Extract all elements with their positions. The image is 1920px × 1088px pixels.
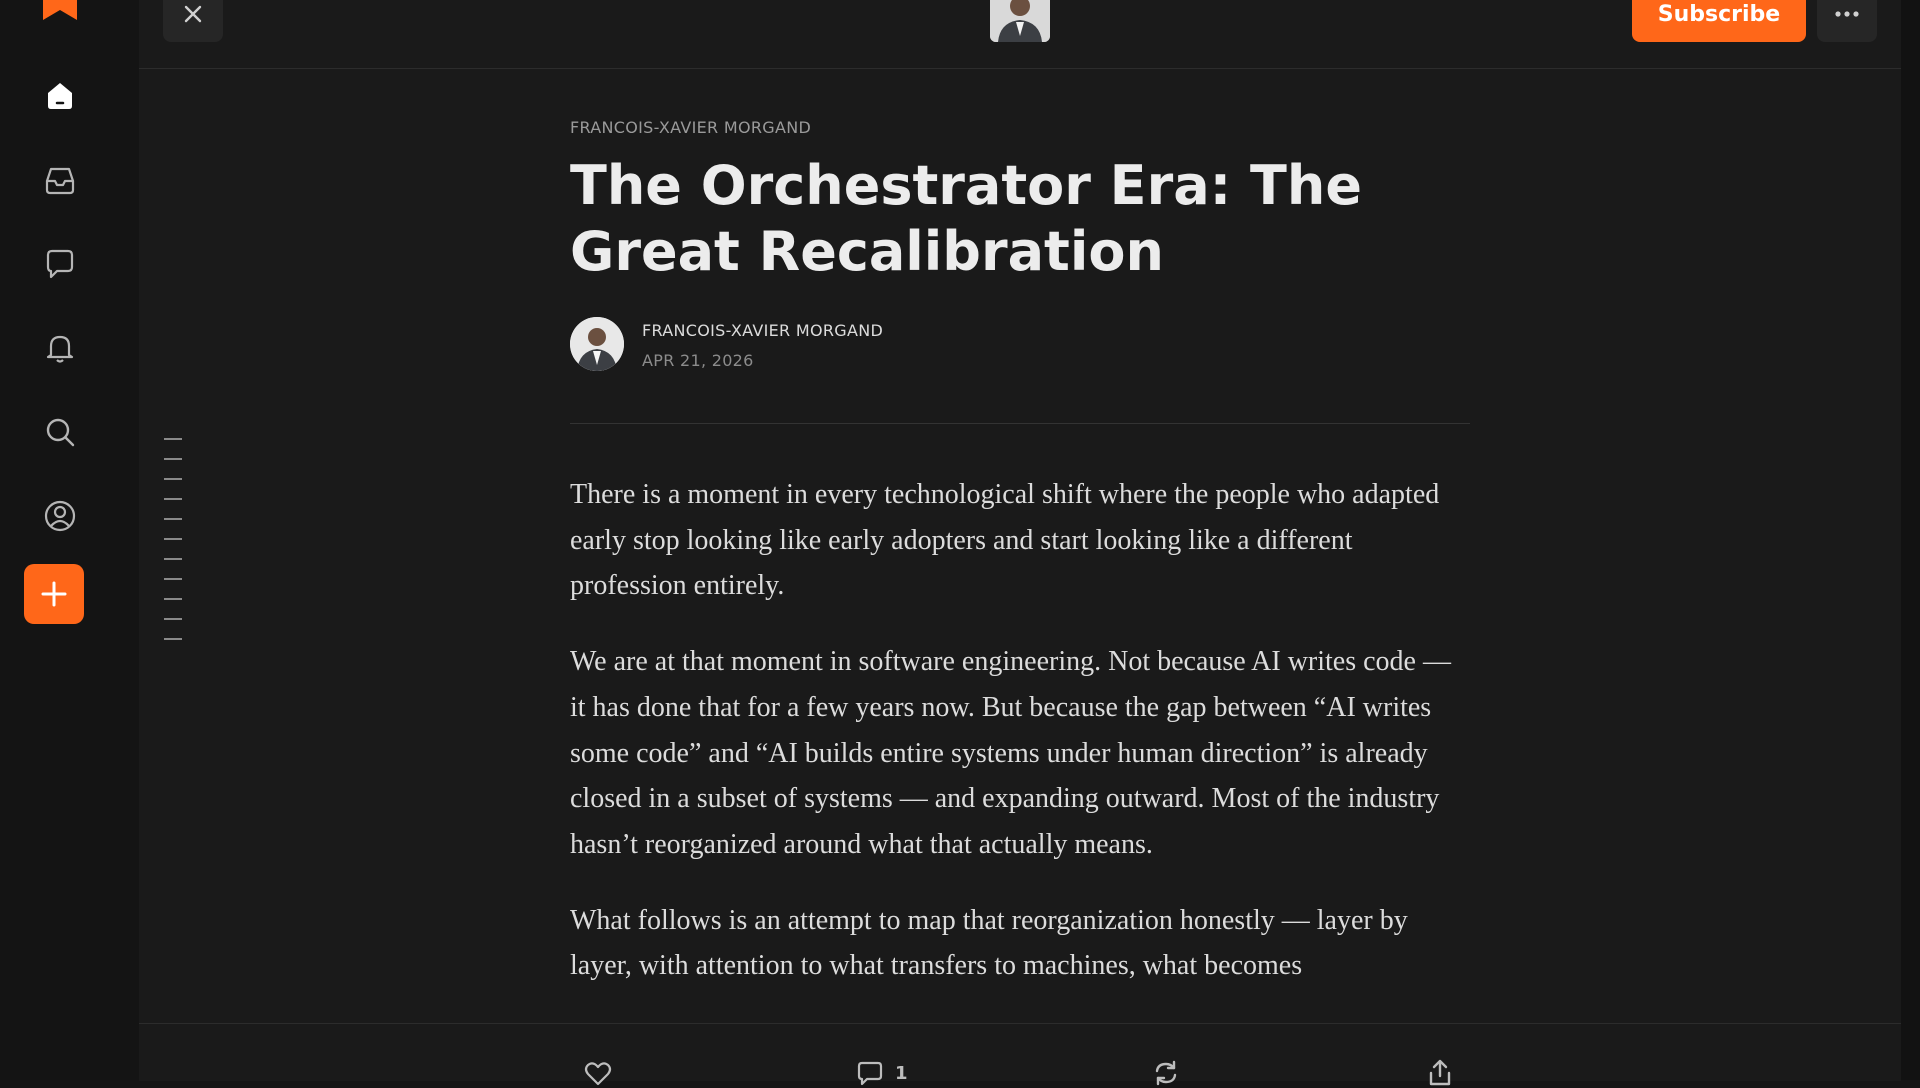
article-paragraph: We are at that moment in software engine… xyxy=(570,646,1451,860)
post-action-bar: 1 xyxy=(139,1023,1901,1086)
inbox-icon xyxy=(45,167,75,195)
bell-icon xyxy=(46,335,74,363)
plus-icon xyxy=(41,581,67,607)
article-paragraph: What follows is an attempt to map that r… xyxy=(570,904,1408,982)
toc-item[interactable] xyxy=(164,498,182,500)
sidebar-item-inbox[interactable] xyxy=(40,160,80,200)
byline: FRANCOIS-XAVIER MORGAND APR 21, 2026 xyxy=(570,317,1470,377)
more-options-button[interactable] xyxy=(1817,0,1877,42)
restack-button[interactable] xyxy=(1151,1058,1181,1088)
toc-item[interactable] xyxy=(164,458,182,460)
heart-icon xyxy=(584,1062,612,1086)
bookmark-logo-icon[interactable] xyxy=(43,0,77,20)
toc-item[interactable] xyxy=(164,478,182,480)
publication-name[interactable]: FRANCOIS-XAVIER MORGAND xyxy=(570,118,1470,137)
window-edge xyxy=(1901,0,1920,1080)
share-button[interactable] xyxy=(1425,1058,1455,1088)
restack-icon xyxy=(1155,1060,1177,1086)
close-icon xyxy=(184,5,202,23)
toc-item[interactable] xyxy=(164,558,182,560)
author-name[interactable]: FRANCOIS-XAVIER MORGAND xyxy=(642,321,883,340)
subscribe-button[interactable]: Subscribe xyxy=(1632,0,1806,42)
article: FRANCOIS-XAVIER MORGAND The Orchestrator… xyxy=(570,118,1470,989)
toc-item[interactable] xyxy=(164,598,182,600)
more-icon xyxy=(1835,11,1859,17)
author-portrait xyxy=(570,317,624,371)
sidebar xyxy=(0,0,140,1080)
close-button[interactable] xyxy=(163,0,223,42)
sidebar-item-profile[interactable] xyxy=(40,496,80,536)
divider xyxy=(570,423,1470,424)
comment-icon xyxy=(857,1061,883,1086)
author-avatar[interactable] xyxy=(570,317,624,371)
search-icon xyxy=(46,418,75,447)
toc-item[interactable] xyxy=(164,538,182,540)
toc-item[interactable] xyxy=(164,638,182,640)
publication-avatar[interactable] xyxy=(990,0,1050,42)
article-title: The Orchestrator Era: The Great Recalibr… xyxy=(570,154,1362,283)
like-button[interactable] xyxy=(583,1058,613,1088)
reader-topbar: Subscribe xyxy=(139,0,1901,69)
sidebar-item-chat[interactable] xyxy=(40,244,80,284)
share-icon xyxy=(1429,1059,1451,1086)
toc-item[interactable] xyxy=(164,618,182,620)
comment-button[interactable]: 1 xyxy=(855,1058,908,1088)
article-paragraph: There is a moment in every technological… xyxy=(570,479,1440,602)
toc-item[interactable] xyxy=(164,578,182,580)
sidebar-item-search[interactable] xyxy=(40,412,80,452)
toc-item[interactable] xyxy=(164,518,182,520)
home-icon xyxy=(48,83,72,109)
comment-count: 1 xyxy=(895,1062,908,1084)
sidebar-item-activity[interactable] xyxy=(40,328,80,368)
author-portrait xyxy=(990,0,1050,42)
table-of-contents[interactable] xyxy=(164,438,184,658)
chat-icon xyxy=(46,249,74,279)
reader-panel: Subscribe FRANCOIS-XAVIER MORGAND The Or… xyxy=(139,0,1901,1086)
sidebar-item-home[interactable] xyxy=(40,76,80,116)
toc-item[interactable] xyxy=(164,438,182,440)
publish-date: APR 21, 2026 xyxy=(642,351,754,370)
profile-icon xyxy=(44,500,76,532)
create-button[interactable] xyxy=(24,564,84,624)
